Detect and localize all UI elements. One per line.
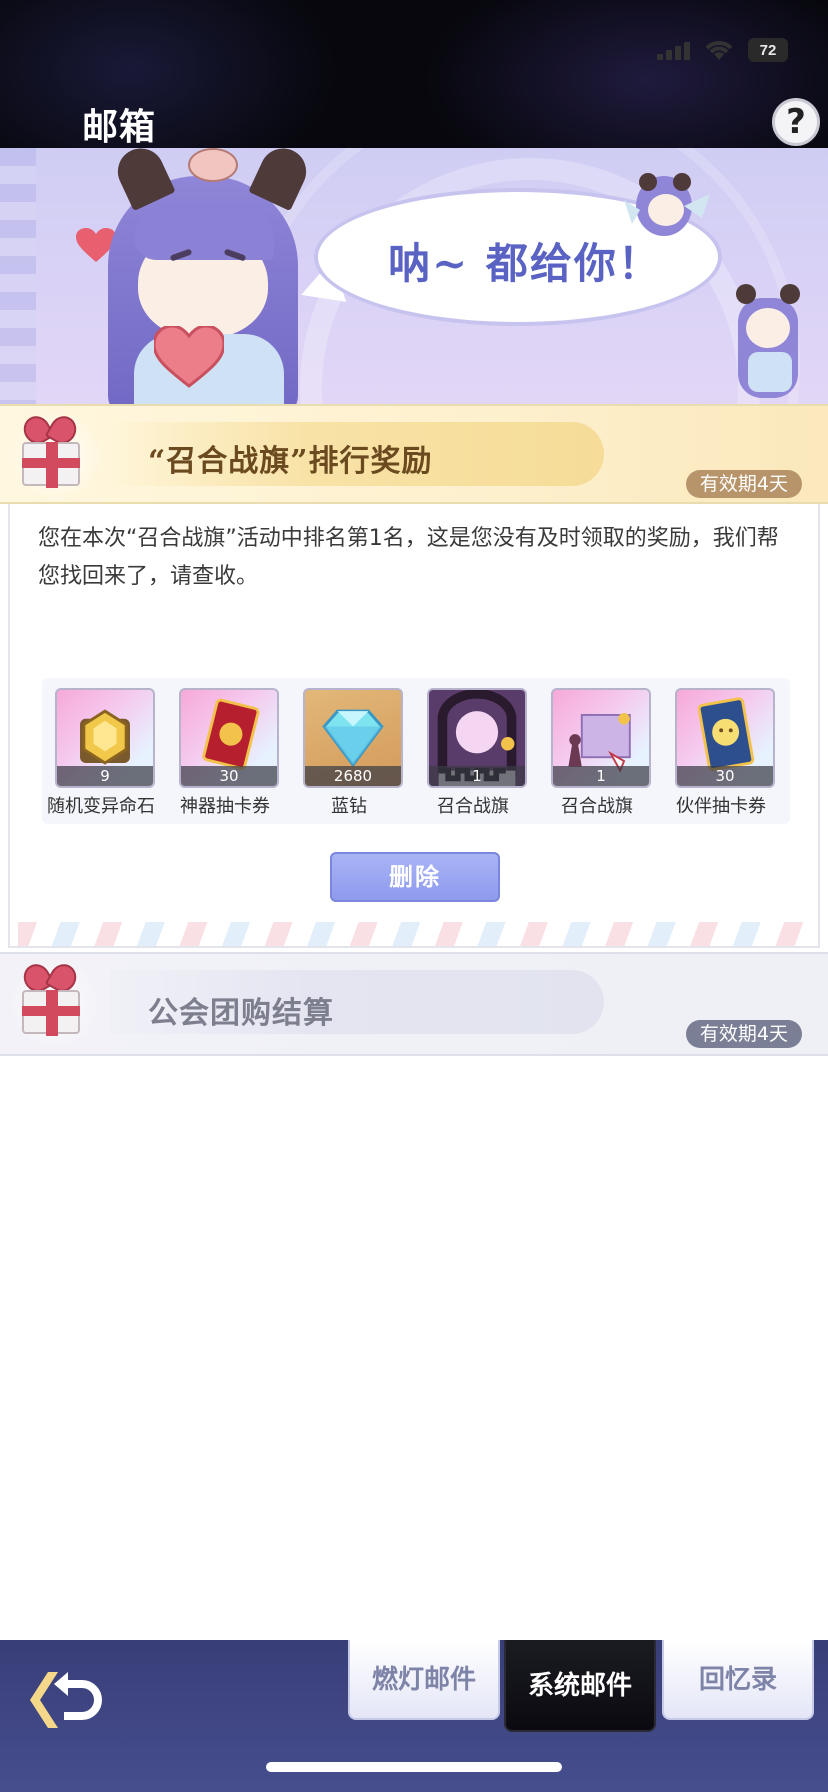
reward-count: 1 <box>429 766 525 786</box>
reward-label: 伙伴抽卡券 <box>676 796 766 817</box>
mail-content: 您在本次“召合战旗”活动中排名第1名，这是您没有及时领取的奖励，我们帮您找回来了… <box>8 504 820 948</box>
tab-lamp-mail[interactable]: 燃灯邮件 <box>348 1640 500 1720</box>
gift-icon <box>0 954 108 1054</box>
reward-item[interactable]: 30 神器抽卡券 <box>170 688 280 824</box>
mail-item-header[interactable]: “召合战旗”排行奖励 有效期4天 <box>0 404 828 504</box>
help-button[interactable]: ? <box>772 98 820 146</box>
validity-badge: 有效期4天 <box>685 470 802 498</box>
gift-icon <box>0 406 108 502</box>
speech-text: 呐~ 都给你！ <box>388 239 662 288</box>
mail-title: 公会团购结算 <box>148 996 334 1031</box>
reward-count: 1 <box>553 766 649 786</box>
mail-banner: 呐~ 都给你！ <box>0 148 828 404</box>
character-illustration <box>98 148 338 404</box>
reward-label: 随机变异命石 <box>47 796 155 817</box>
reward-list: 9 随机变异命石 30 神器抽卡券 2680 蓝钻 1 召合战旗 1 召合战旗 … <box>42 678 790 824</box>
signal-icon <box>657 40 690 60</box>
back-icon[interactable] <box>30 1664 104 1738</box>
tab-memoir[interactable]: 回忆录 <box>662 1640 814 1720</box>
airmail-border <box>18 922 814 946</box>
page-title: 邮箱 <box>82 106 157 148</box>
reward-label: 蓝钻 <box>331 796 367 817</box>
mail-title: “召合战旗”排行奖励 <box>148 444 433 479</box>
battery-icon: 72 <box>748 38 788 62</box>
status-bar: 72 <box>657 38 788 62</box>
top-bar: 72 邮箱 ? <box>0 0 828 148</box>
mail-message: 您在本次“召合战旗”活动中排名第1名，这是您没有及时领取的奖励，我们帮您找回来了… <box>38 526 779 589</box>
reward-item[interactable]: 30 伙伴抽卡券 <box>666 688 776 824</box>
battery-level: 72 <box>759 41 777 59</box>
tab-system-mail[interactable]: 系统邮件 <box>504 1640 656 1732</box>
reward-item[interactable]: 9 随机变异命石 <box>46 688 156 824</box>
delete-button[interactable]: 删除 <box>330 852 500 902</box>
reward-count: 9 <box>57 766 153 786</box>
reward-item[interactable]: 1 召合战旗 <box>542 688 652 824</box>
reward-item[interactable]: 1 召合战旗 <box>418 688 528 824</box>
reward-label: 召合战旗 <box>561 796 633 817</box>
mini-character-illustration <box>624 173 710 236</box>
wifi-icon <box>705 41 733 60</box>
mailbox-screen: 72 邮箱 ? 呐~ 都给你！ “召合战旗”排行奖励 有效期4天 您在本次“召合… <box>0 0 828 1792</box>
home-indicator[interactable] <box>266 1762 562 1772</box>
mail-item-header[interactable]: 公会团购结算 有效期4天 <box>0 952 828 1056</box>
reward-count: 30 <box>181 766 277 786</box>
validity-badge: 有效期4天 <box>685 1020 802 1048</box>
reward-count: 2680 <box>305 766 401 786</box>
reward-label: 神器抽卡券 <box>180 796 270 817</box>
mini-character-illustration-2 <box>736 284 800 398</box>
reward-item[interactable]: 2680 蓝钻 <box>294 688 404 824</box>
reward-label: 召合战旗 <box>437 796 509 817</box>
reward-count: 30 <box>677 766 773 786</box>
